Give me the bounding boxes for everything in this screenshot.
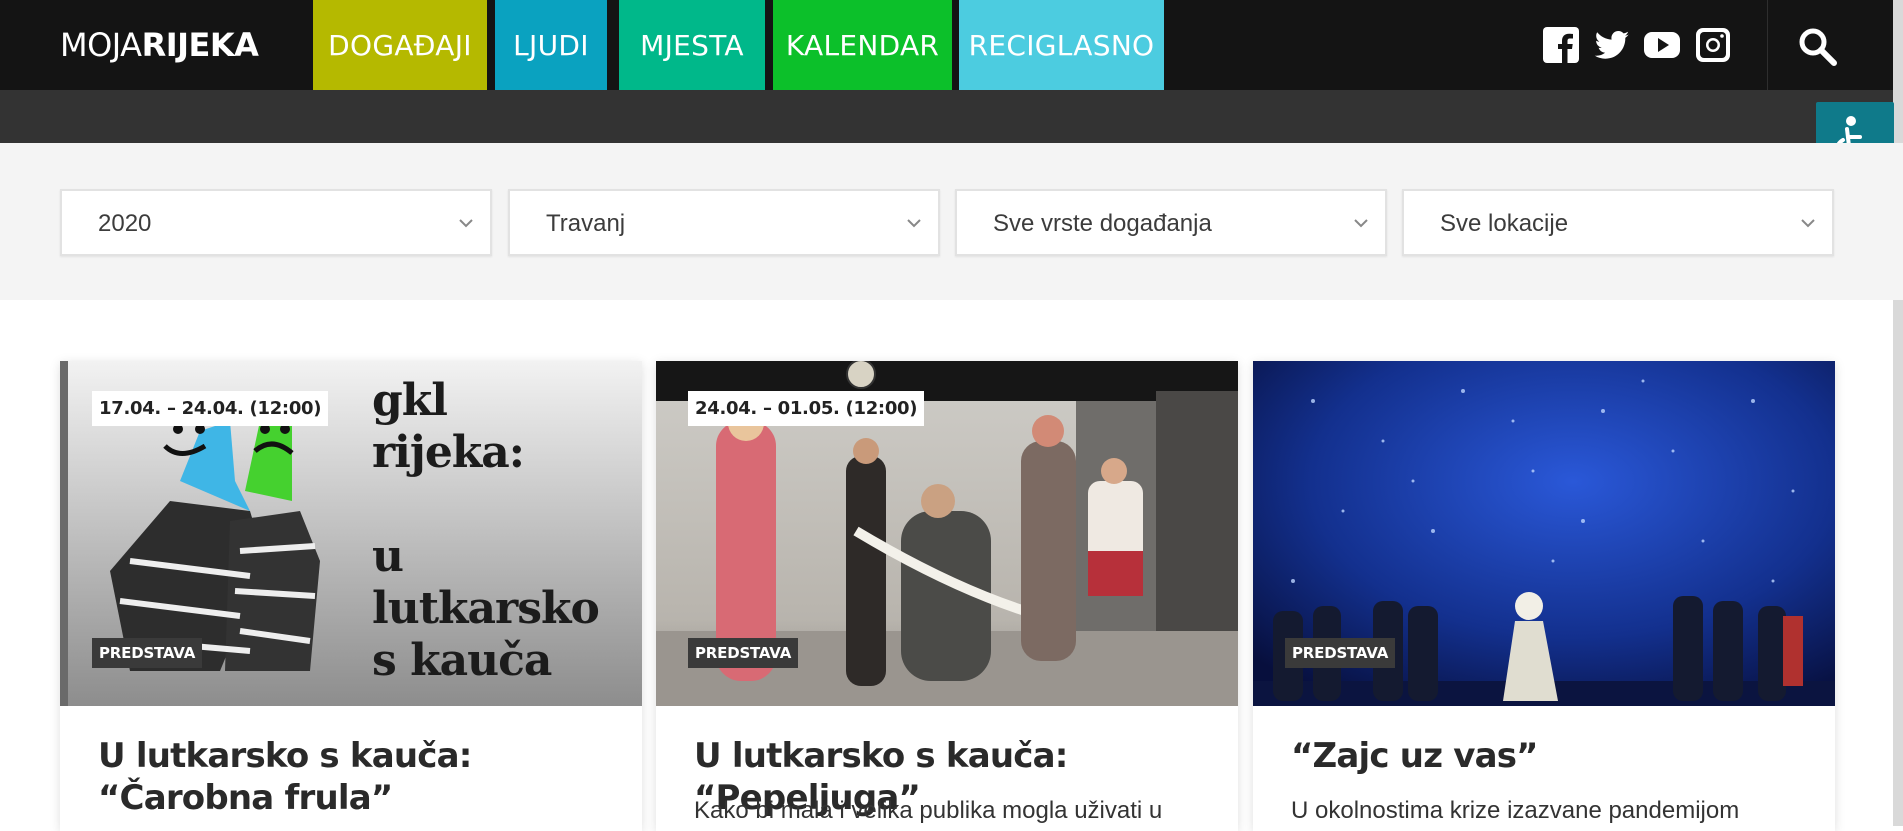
search-button[interactable] [1767,0,1903,90]
event-date: 24.04. – 01.05. (12:00) [688,391,925,426]
event-category-badge: PREDSTAVA [92,638,203,668]
event-image[interactable]: gkl rijeka: u lutkarsko s kauča 17.04. –… [60,361,642,706]
nav-dogadaji[interactable]: DOGAĐAJI [313,0,487,90]
location-select-value: Sve lokacije [1440,210,1569,237]
sub-navigation-bar [0,90,1903,143]
event-image[interactable]: 24.04. – 01.05. (12:00) PREDSTAVA [656,361,1238,706]
year-select[interactable]: 2020 [60,189,492,256]
event-card[interactable]: PREDSTAVA “Zajc uz vas” U okolnostima kr… [1253,361,1835,831]
location-select[interactable]: Sve lokacije [1402,189,1834,256]
year-select-value: 2020 [98,210,152,237]
youtube-icon[interactable] [1644,27,1680,63]
chevron-down-icon [459,219,473,228]
filter-panel: 2020 Travanj Sve vrste događanja Sve lok… [0,143,1903,300]
event-category-badge: PREDSTAVA [1285,638,1396,668]
twitter-icon[interactable] [1594,27,1630,63]
poster-title: gkl rijeka: u lutkarsko s kauča [372,375,600,686]
nav-reciglasno[interactable]: RECIGLASNO [959,0,1164,90]
chevron-down-icon [907,219,921,228]
event-card[interactable]: 24.04. – 01.05. (12:00) PREDSTAVA U lutk… [656,361,1238,831]
event-description: U okolnostima krize izazvane pandemijom [1291,797,1740,824]
nav-mjesta[interactable]: MJESTA [619,0,765,90]
month-select-value: Travanj [546,210,626,237]
nav-ljudi[interactable]: LJUDI [495,0,607,90]
chevron-down-icon [1801,219,1815,228]
nav-kalendar[interactable]: KALENDAR [773,0,952,90]
site-logo[interactable]: MOJARIJEKA [60,26,259,64]
chevron-down-icon [1354,219,1368,228]
scrollbar[interactable] [1893,0,1903,826]
event-title[interactable]: “Zajc uz vas” [1291,735,1811,777]
event-description: Kako bi mala i velika publika mogla uživ… [694,797,1163,824]
month-select[interactable]: Travanj [508,189,940,256]
event-type-select[interactable]: Sve vrste događanja [955,189,1387,256]
event-date: 17.04. – 24.04. (12:00) [92,391,329,426]
event-title[interactable]: U lutkarsko s kauča: “Čarobna frula” [98,735,618,819]
facebook-icon[interactable] [1543,27,1579,63]
event-category-badge: PREDSTAVA [688,638,799,668]
event-card[interactable]: gkl rijeka: u lutkarsko s kauča 17.04. –… [60,361,642,831]
instagram-icon[interactable] [1695,27,1731,63]
event-image[interactable]: PREDSTAVA [1253,361,1835,706]
event-type-select-value: Sve vrste događanja [993,210,1212,237]
top-navigation-bar: MOJARIJEKA DOGAĐAJI LJUDI MJESTA KALENDA… [0,0,1903,90]
search-icon [1799,28,1837,66]
